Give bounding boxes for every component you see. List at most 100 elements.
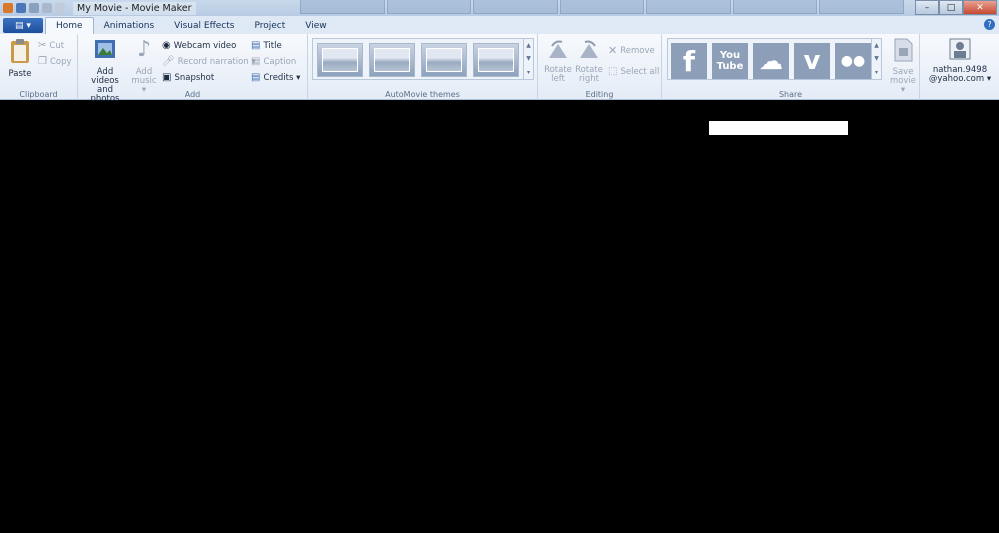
copy-label: Copy (49, 56, 72, 67)
themes-gallery: ▲ ▼ ▾ (312, 38, 534, 80)
youtube-icon[interactable]: You Tube (712, 43, 748, 79)
remove-button[interactable]: ✕ Remove (608, 44, 655, 57)
record-narration-label: Record narration ▾ (177, 56, 256, 67)
rotate-right-icon (580, 40, 598, 58)
undo-icon[interactable] (29, 3, 39, 13)
preview-area (0, 101, 999, 533)
tab-view[interactable]: View (295, 17, 336, 34)
add-music-button[interactable]: ♪ Add music ▾ (130, 38, 158, 95)
title-button[interactable]: ▤ Title (251, 40, 282, 51)
tab-animations[interactable]: Animations (94, 17, 165, 34)
webcam-icon: ◉ (162, 40, 171, 51)
title-icon: ▤ (251, 40, 261, 51)
record-narration-button[interactable]: 🎤︎ Record narration ▾ (162, 56, 256, 67)
app-icon (3, 3, 13, 13)
facebook-icon[interactable]: f (671, 43, 707, 79)
maximize-button[interactable]: □ (939, 0, 963, 15)
select-all-label: Select all (620, 66, 660, 77)
background-tab (646, 0, 731, 14)
close-button[interactable]: ✕ (963, 0, 997, 15)
account-button[interactable]: nathan.9498 @yahoo.com ▾ (924, 38, 996, 84)
background-taskbar-tabs (300, 0, 905, 14)
rotate-right-label-2: right (579, 74, 599, 84)
select-all-icon: ⬚ (608, 66, 618, 77)
avatar-icon (949, 38, 971, 60)
share-group-label: Share (778, 90, 803, 99)
gallery-expand-icon[interactable]: ▾ (875, 69, 878, 76)
movie-maker-window: My Movie - Movie Maker – □ ✕ ▤ ▾ Home An… (0, 0, 999, 533)
share-gallery: f You Tube ☁ v ●● ▲ ▼ ▾ (667, 38, 882, 80)
add-videos-label-1: Add videos (91, 67, 119, 86)
caption-button[interactable]: ▤ Caption (251, 56, 296, 67)
tab-project[interactable]: Project (244, 17, 295, 34)
background-tab (300, 0, 385, 14)
redo-icon[interactable] (42, 3, 52, 13)
editing-group: Rotate left Rotate right ✕ Remove ⬚ Sele… (538, 34, 662, 100)
background-tab (732, 0, 818, 14)
customize-qat-icon[interactable] (55, 3, 65, 13)
clipboard-group: Paste ✂ Cut ❐ Copy Clipboard (0, 34, 78, 100)
credits-label: Credits ▾ (263, 72, 301, 83)
rotate-left-button[interactable]: Rotate left (544, 38, 572, 84)
title-label: Title (263, 40, 282, 51)
theme-thumbnail[interactable] (317, 43, 363, 77)
window-title: My Movie - Movie Maker (73, 1, 196, 15)
scroll-down-icon[interactable]: ▼ (526, 55, 531, 62)
theme-thumbnail[interactable] (369, 43, 415, 77)
ribbon: Paste ✂ Cut ❐ Copy Clipboard Add videos (0, 34, 999, 104)
background-tab (819, 0, 905, 14)
window-controls: – □ ✕ (915, 0, 997, 15)
snapshot-icon: ▣ (162, 72, 172, 83)
theme-thumbnail[interactable] (421, 43, 467, 77)
background-tab (386, 0, 472, 14)
caption-label: Caption (263, 56, 297, 67)
credits-icon: ▤ (251, 72, 261, 83)
paste-label: Paste (8, 69, 32, 79)
ribbon-tabs: ▤ ▾ Home Animations Visual Effects Proje… (0, 16, 999, 34)
scroll-up-icon[interactable]: ▲ (874, 42, 879, 49)
minimize-button[interactable]: – (915, 0, 939, 15)
editing-group-label: Editing (585, 90, 614, 99)
gallery-scroll[interactable]: ▲ ▼ ▾ (523, 39, 533, 79)
file-menu-button[interactable]: ▤ ▾ (3, 18, 43, 33)
clipboard-group-label: Clipboard (19, 90, 58, 99)
help-icon[interactable]: ? (984, 19, 995, 30)
snapshot-button[interactable]: ▣ Snapshot (162, 72, 214, 83)
copy-button[interactable]: ❐ Copy (38, 56, 72, 67)
snapshot-label: Snapshot (174, 72, 215, 83)
tab-home[interactable]: Home (45, 17, 94, 34)
share-gallery-scroll[interactable]: ▲ ▼ ▾ (871, 39, 881, 79)
scissors-icon: ✂ (38, 40, 47, 51)
theme-thumbnail[interactable] (473, 43, 519, 77)
vimeo-icon[interactable]: v (794, 43, 830, 79)
scroll-up-icon[interactable]: ▲ (526, 42, 531, 49)
onedrive-icon[interactable]: ☁ (753, 43, 789, 79)
music-note-icon: ♪ (136, 37, 152, 62)
background-tab (559, 0, 645, 14)
scroll-down-icon[interactable]: ▼ (874, 55, 879, 62)
webcam-video-button[interactable]: ◉ Webcam video (162, 40, 236, 51)
tab-visual-effects[interactable]: Visual Effects (164, 17, 244, 34)
rotate-right-button[interactable]: Rotate right (575, 38, 603, 84)
rotate-left-label-2: left (551, 74, 565, 84)
save-movie-button[interactable]: Save movie ▾ (888, 38, 918, 95)
account-user-line2: @yahoo.com ▾ (928, 74, 992, 84)
add-group: Add videos and photos ♪ Add music ▾ ◉ We… (78, 34, 308, 104)
flickr-icon[interactable]: ●● (835, 43, 871, 79)
themes-group-label: AutoMovie themes (385, 90, 460, 99)
save-movie-icon (894, 38, 913, 62)
cut-button[interactable]: ✂ Cut (38, 40, 64, 51)
white-text-box (709, 121, 848, 135)
background-tab (473, 0, 558, 14)
paste-button[interactable]: Paste (6, 38, 34, 79)
film-photo-icon (95, 40, 115, 58)
remove-label: Remove (620, 45, 655, 56)
title-bar: My Movie - Movie Maker – □ ✕ (0, 0, 999, 16)
caption-icon: ▤ (251, 56, 261, 67)
credits-button[interactable]: ▤ Credits ▾ (251, 72, 300, 83)
select-all-button[interactable]: ⬚ Select all (608, 66, 659, 77)
gallery-expand-icon[interactable]: ▾ (527, 69, 530, 76)
save-icon[interactable] (16, 3, 26, 13)
quick-access-toolbar (0, 0, 65, 16)
add-group-label: Add (184, 90, 201, 99)
